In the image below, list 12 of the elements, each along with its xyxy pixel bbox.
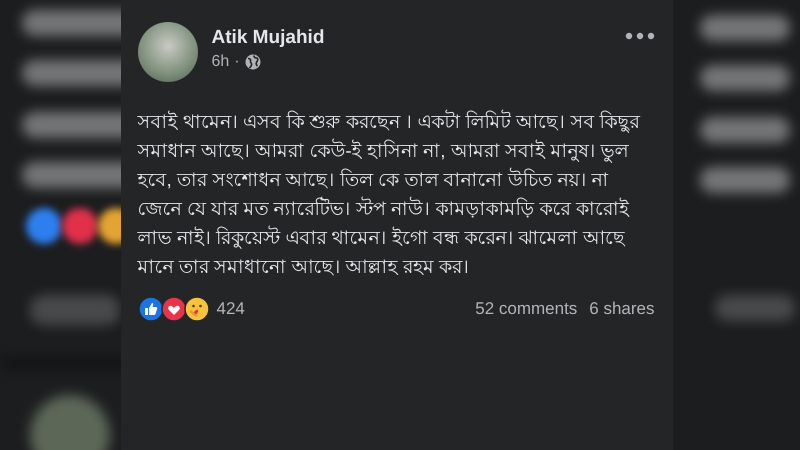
shares-count[interactable]: 6 shares — [589, 299, 654, 319]
separator: · — [234, 53, 240, 71]
care-reaction-icon — [184, 296, 210, 322]
globe-icon — [244, 54, 261, 70]
more-options-icon[interactable] — [624, 32, 654, 40]
author-name[interactable]: Atik Mujahid — [212, 27, 610, 49]
reaction-count[interactable]: 424 — [216, 299, 464, 319]
heart-reaction-icon — [160, 296, 186, 322]
post-text: সবাই থামেন। এসব কি শুরু করছেন । একটা লিমিট আছে। সব কিছুর সমাধান আছে। আমরা কেউ-ই হাসিনা না, আমরা সবাই মানুষ। ভুল হবে, তার সংশোধন আছে। তিল কে তাল বানানো উচিত নয়। না জেনে যে যার মত ন্যারেটিভ। স্টপ নাউ। কামড়াকামড়ি করে কারোই লাভ নাই। রিকুয়েস্ট এবার থামেন। ইগো বন্ধ করেন। ঝামেলা আছে মানে তার সমাধানো আছে। আল্লাহ রহম কর। — [138, 108, 658, 282]
comments-count[interactable]: 52 comments — [475, 299, 578, 319]
like-reaction-icon — [138, 296, 164, 322]
post-time[interactable]: 6h — [212, 53, 230, 71]
